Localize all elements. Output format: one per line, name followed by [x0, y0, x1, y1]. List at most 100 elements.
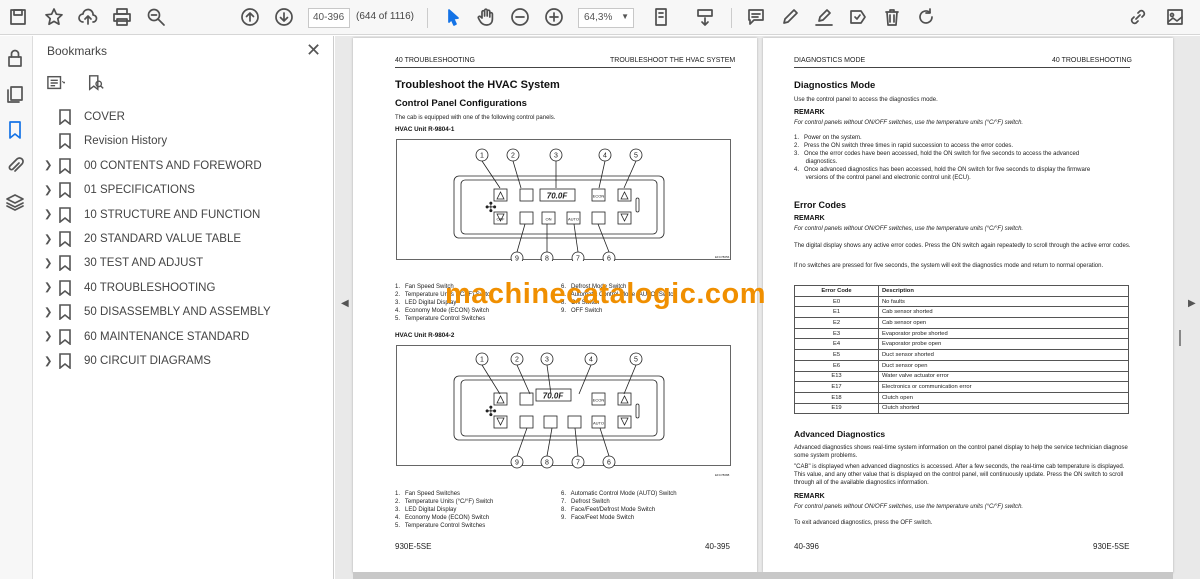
vertical-scrollbar[interactable] — [1179, 330, 1181, 346]
horizontal-scroll-track[interactable] — [353, 572, 1173, 579]
zoom-search-icon[interactable] — [144, 5, 168, 29]
footer-right: 40-395 — [705, 542, 730, 551]
panel-diagram-1: 1 2 3 4 5 9 8 7 6 ✣ 70.0F OFF ON AUTO EC… — [453, 148, 730, 262]
bookmark-item[interactable]: ❯ 00 CONTENTS AND FOREWORD — [44, 155, 262, 177]
auto-switch-label: AUTO — [568, 217, 579, 222]
svg-text:2: 2 — [511, 153, 515, 160]
expand-chevron-icon[interactable]: ❯ — [44, 234, 58, 245]
expand-chevron-icon[interactable]: ❯ — [44, 331, 58, 342]
list-item: 2. Temperature Units (°C/°F) Switch — [395, 499, 494, 505]
advanced-diagnostics-title: Advanced Diagnostics — [794, 429, 886, 439]
page-number-input[interactable]: 40-396 — [308, 8, 350, 28]
save-icon[interactable] — [6, 5, 30, 29]
page-title: Troubleshoot the HVAC System — [395, 79, 560, 91]
bookmark-panel-icon[interactable] — [5, 120, 27, 142]
link-tool-icon[interactable] — [1126, 5, 1150, 29]
svg-text:6: 6 — [607, 460, 611, 467]
expand-chevron-icon[interactable]: ❯ — [44, 185, 58, 196]
bookmark-icon — [58, 206, 74, 224]
toolbar-divider — [427, 8, 428, 28]
table-row: E3 Evaporator probe shorted — [794, 327, 1129, 340]
error-description-cell: Electronics or communication error — [878, 381, 1129, 393]
close-icon[interactable]: ✕ — [306, 40, 321, 60]
figure-code-1: EFC78056 — [715, 255, 730, 259]
bookmark-item[interactable]: ❯ 60 MAINTENANCE STANDARD — [44, 326, 249, 348]
bookmark-item[interactable]: ❯ 20 STANDARD VALUE TABLE — [44, 228, 241, 250]
remark-text-1: For control panels without ON/OFF switch… — [794, 120, 1024, 126]
section-title: Control Panel Configurations — [395, 98, 527, 109]
find-bookmark-icon[interactable] — [87, 74, 111, 94]
zoom-out-icon[interactable] — [508, 5, 532, 29]
bookmark-icon — [58, 231, 74, 248]
page-right: DIAGNOSTICS MODE 40 TROUBLESHOOTING Diag… — [763, 38, 1173, 573]
bookmark-icon — [58, 353, 74, 370]
page-header-left: 40 TROUBLESHOOTING — [395, 57, 476, 64]
error-code-cell: E2 — [794, 317, 879, 329]
expand-chevron-icon[interactable]: ❯ — [44, 258, 58, 269]
star-icon[interactable] — [42, 5, 66, 29]
control-panel-figure-2: 1 2 3 4 5 9 8 7 6 ✣ 70.0F ECON AUTO EFC7… — [396, 345, 731, 477]
zoom-in-icon[interactable] — [542, 5, 566, 29]
figure-code-2: EFC78088 — [715, 473, 730, 477]
print-icon[interactable] — [110, 5, 134, 29]
expand-chevron-icon[interactable]: ❯ — [44, 356, 58, 367]
header-rule — [794, 67, 1130, 68]
bookmark-item[interactable]: ❯ 10 STRUCTURE AND FUNCTION — [44, 204, 260, 226]
list-item: 4. Economy Mode (ECON) Switch — [395, 515, 490, 521]
bookmark-icon — [58, 304, 74, 321]
layers-icon[interactable] — [5, 192, 27, 214]
error-paragraph-2: If no switches are pressed for five seco… — [794, 263, 1104, 269]
bookmark-icon — [58, 133, 74, 151]
previous-page-icon[interactable] — [238, 5, 262, 29]
page-fit-icon[interactable] — [650, 5, 674, 29]
attachment-icon[interactable] — [5, 156, 27, 178]
scroll-mode-icon[interactable] — [693, 5, 717, 29]
stamp-icon[interactable] — [846, 5, 870, 29]
error-description-cell: Water valve actuator error — [878, 370, 1129, 383]
svg-text:7: 7 — [576, 256, 580, 262]
highlight-pen-icon[interactable] — [778, 5, 802, 29]
error-code-cell: E1 — [794, 306, 879, 319]
zoom-level-select[interactable]: 64,3% ▼ — [578, 8, 634, 28]
bookmark-item[interactable]: ❯ 40 TROUBLESHOOTING — [44, 277, 215, 299]
rotate-icon[interactable] — [914, 5, 938, 29]
upload-cloud-icon[interactable] — [76, 5, 100, 29]
error-code-table: Error Code Description E0 No faults E1 Cab … — [794, 285, 1129, 415]
next-page-icon[interactable] — [272, 5, 296, 29]
comment-icon[interactable] — [744, 5, 768, 29]
hand-pan-icon[interactable] — [474, 5, 498, 29]
bookmark-item[interactable]: ❯ 01 SPECIFICATIONS — [44, 179, 195, 201]
bookmark-options-icon[interactable] — [47, 74, 71, 94]
select-cursor-icon[interactable] — [441, 5, 465, 29]
svg-text:✣: ✣ — [485, 403, 497, 419]
econ-switch-label: ECON — [593, 194, 605, 199]
bookmark-icon — [58, 157, 74, 175]
expand-chevron-icon[interactable]: ❯ — [44, 160, 58, 171]
control-panel-figure-1: 1 2 3 4 5 9 8 7 6 ✣ 70.0F OFF ON AUTO EC… — [396, 139, 731, 262]
bookmark-icon — [58, 255, 74, 273]
delete-icon[interactable] — [880, 5, 904, 29]
bookmark-item[interactable]: ❯ 30 TEST AND ADJUST — [44, 252, 203, 274]
error-description-cell: Evaporator probe shorted — [878, 327, 1129, 340]
pages-thumbnail-icon[interactable] — [5, 84, 27, 106]
expand-chevron-icon[interactable]: ❯ — [44, 307, 58, 318]
svg-text:9: 9 — [515, 460, 519, 467]
bookmark-item[interactable]: Revision History — [44, 130, 167, 152]
svg-text:8: 8 — [545, 460, 549, 467]
bookmark-label: 10 STRUCTURE AND FUNCTION — [84, 208, 261, 221]
unit2-label: HVAC Unit R-9804-2 — [395, 332, 455, 339]
table-header-code: Error Code — [794, 285, 879, 297]
draw-sign-icon[interactable] — [812, 5, 836, 29]
svg-text:5: 5 — [634, 153, 638, 160]
lock-icon[interactable] — [5, 48, 27, 70]
left-rail — [0, 36, 33, 579]
scroll-right-icon[interactable]: ▶ — [1188, 298, 1196, 309]
expand-chevron-icon[interactable]: ❯ — [44, 282, 58, 293]
bookmark-item[interactable]: ❯ 50 DISASSEMBLY AND ASSEMBLY — [44, 301, 271, 323]
expand-chevron-icon[interactable]: ❯ — [44, 209, 58, 220]
scroll-left-icon[interactable]: ◀ — [341, 298, 349, 309]
bookmark-item[interactable]: ❯ 90 CIRCUIT DIAGRAMS — [44, 350, 211, 372]
exit-instruction: To exit advanced diagnostics, press the … — [794, 520, 933, 526]
bookmark-item[interactable]: COVER — [44, 106, 125, 128]
share-icon[interactable] — [1163, 5, 1187, 29]
